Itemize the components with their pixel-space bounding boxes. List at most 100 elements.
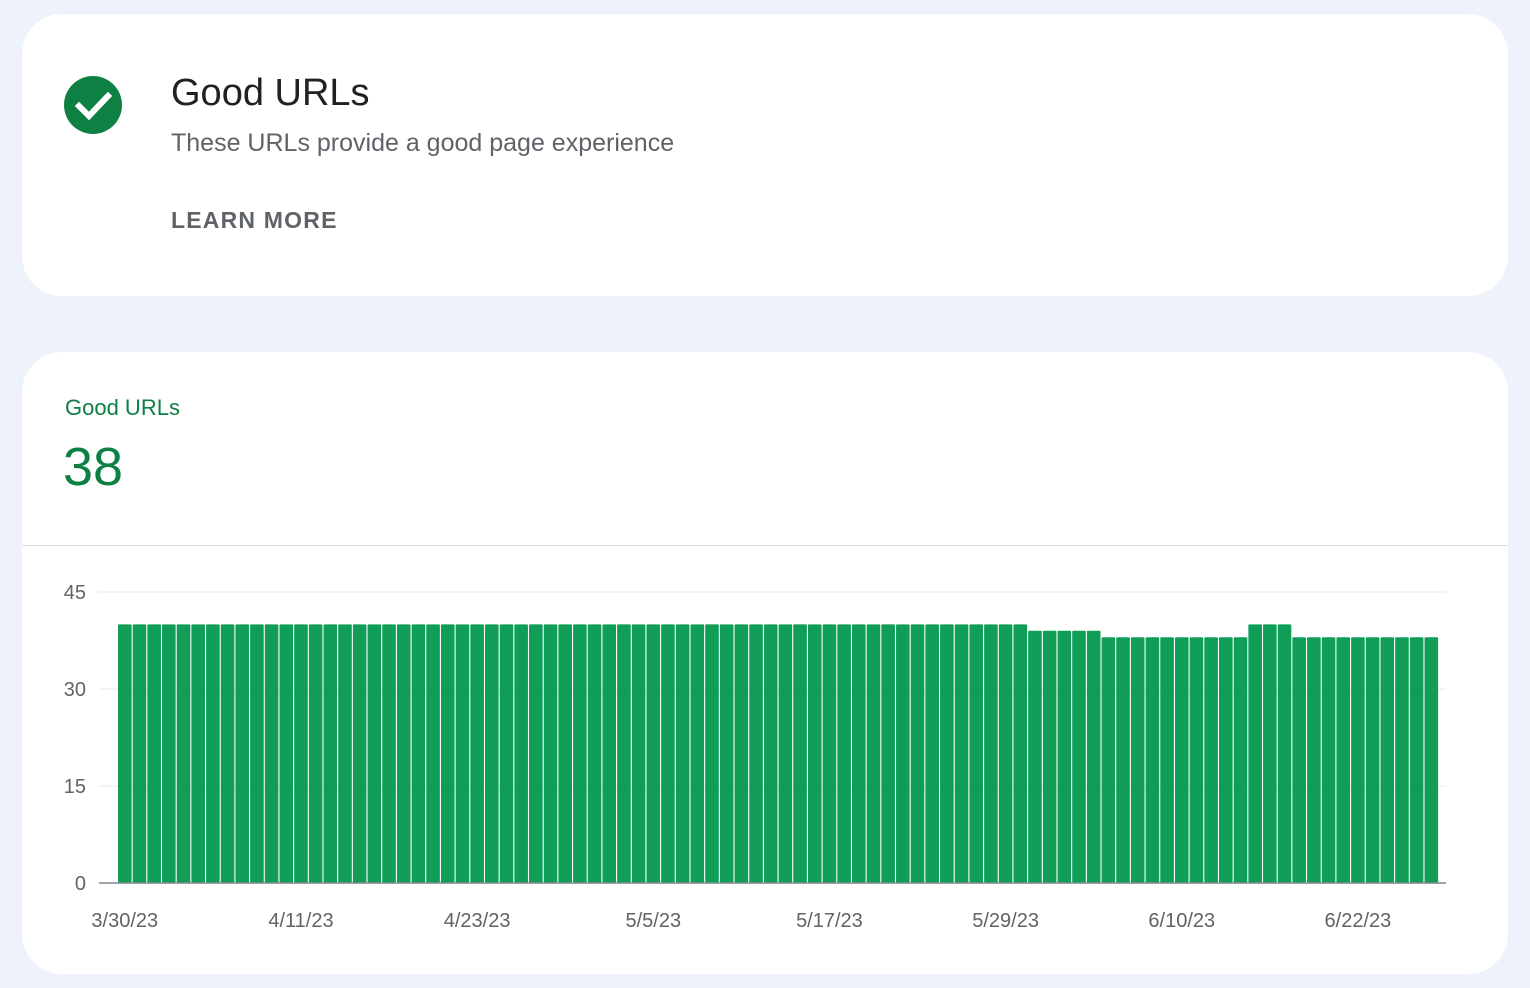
bar[interactable] [852, 624, 866, 883]
bar[interactable] [1189, 637, 1204, 883]
bar[interactable] [382, 624, 396, 883]
bar[interactable] [1101, 637, 1116, 883]
bar[interactable] [837, 624, 851, 883]
bar[interactable] [440, 624, 455, 883]
bar[interactable] [264, 624, 279, 883]
bar[interactable] [573, 624, 587, 883]
bar[interactable] [1277, 624, 1292, 883]
bar[interactable] [925, 624, 939, 883]
bar[interactable] [206, 624, 220, 883]
bar[interactable] [1057, 630, 1072, 883]
bar[interactable] [778, 624, 793, 883]
bar[interactable] [910, 624, 925, 883]
bar[interactable] [220, 624, 235, 883]
bar[interactable] [367, 624, 382, 883]
bar[interactable] [587, 624, 602, 883]
bar[interactable] [514, 624, 528, 883]
bar[interactable] [705, 624, 719, 883]
bar[interactable] [279, 624, 294, 883]
bar[interactable] [954, 624, 969, 883]
bar[interactable] [338, 624, 352, 883]
bar[interactable] [881, 624, 895, 883]
bar[interactable] [1380, 637, 1395, 883]
bar-chart: 0 15 30 45 3/30/23 4/11/23 4/23/23 5/5/23 5/17/2… [64, 582, 1446, 932]
bar[interactable] [543, 624, 558, 883]
x-tick-label: 6/22/23 [1325, 910, 1392, 932]
bar[interactable] [998, 624, 1013, 883]
bar[interactable] [1424, 637, 1439, 883]
bar[interactable] [1013, 624, 1028, 883]
bar[interactable] [602, 624, 617, 883]
bar[interactable] [132, 624, 147, 883]
bar[interactable] [646, 624, 661, 883]
bar[interactable] [675, 624, 690, 883]
bar[interactable] [793, 624, 807, 883]
bar[interactable] [617, 624, 631, 883]
bar[interactable] [470, 624, 484, 883]
bar[interactable] [499, 624, 514, 883]
bar[interactable] [1248, 624, 1262, 883]
y-tick-label: 30 [64, 679, 86, 701]
bar[interactable] [176, 624, 191, 883]
bar[interactable] [866, 624, 881, 883]
bar[interactable] [1219, 637, 1233, 883]
bar[interactable] [1130, 637, 1145, 883]
bar[interactable] [396, 624, 411, 883]
bar[interactable] [1365, 637, 1380, 883]
bar[interactable] [1233, 637, 1248, 883]
bar[interactable] [822, 624, 837, 883]
x-tick-label: 6/10/23 [1148, 910, 1215, 932]
bar[interactable] [1263, 624, 1277, 883]
bar[interactable] [1174, 637, 1189, 883]
bar[interactable] [1395, 637, 1409, 883]
learn-more-link[interactable]: LEARN MORE [171, 207, 338, 234]
bar[interactable] [455, 624, 470, 883]
bar[interactable] [1204, 637, 1218, 883]
status-title: Good URLs [171, 72, 370, 114]
bar[interactable] [1321, 637, 1336, 883]
bar[interactable] [352, 624, 367, 883]
bar[interactable] [763, 624, 778, 883]
bar[interactable] [734, 624, 749, 883]
bar[interactable] [940, 624, 954, 883]
bar[interactable] [1086, 630, 1101, 883]
bar[interactable] [529, 624, 543, 883]
bar[interactable] [162, 624, 176, 883]
bar[interactable] [250, 624, 264, 883]
bar[interactable] [690, 624, 705, 883]
bar[interactable] [235, 624, 250, 883]
bar[interactable] [485, 624, 499, 883]
bar[interactable] [1072, 630, 1086, 883]
bar[interactable] [1160, 637, 1174, 883]
y-tick-label: 15 [64, 776, 86, 798]
bar[interactable] [631, 624, 646, 883]
bar[interactable] [719, 624, 734, 883]
bar[interactable] [558, 624, 572, 883]
bar[interactable] [896, 624, 910, 883]
bar[interactable] [1307, 637, 1321, 883]
bar[interactable] [1042, 630, 1057, 883]
bar[interactable] [426, 624, 440, 883]
bar[interactable] [411, 624, 426, 883]
bar[interactable] [1145, 637, 1160, 883]
bar[interactable] [308, 624, 323, 883]
bar[interactable] [661, 624, 675, 883]
bar[interactable] [118, 624, 132, 883]
bar[interactable] [323, 624, 338, 883]
x-tick-label: 4/23/23 [444, 910, 511, 932]
x-tick-label: 4/11/23 [268, 910, 333, 932]
status-subtitle: These URLs provide a good page experienc… [171, 129, 675, 157]
bar[interactable] [1351, 637, 1365, 883]
bar[interactable] [1028, 630, 1042, 883]
bar[interactable] [969, 624, 984, 883]
bar[interactable] [191, 624, 205, 883]
bar[interactable] [1336, 637, 1351, 883]
bar[interactable] [749, 624, 763, 883]
bar[interactable] [1116, 637, 1130, 883]
bar[interactable] [984, 624, 998, 883]
bar[interactable] [147, 624, 161, 883]
bar[interactable] [1292, 637, 1306, 883]
bar[interactable] [807, 624, 822, 883]
bar[interactable] [294, 624, 308, 883]
bar[interactable] [1409, 637, 1424, 883]
